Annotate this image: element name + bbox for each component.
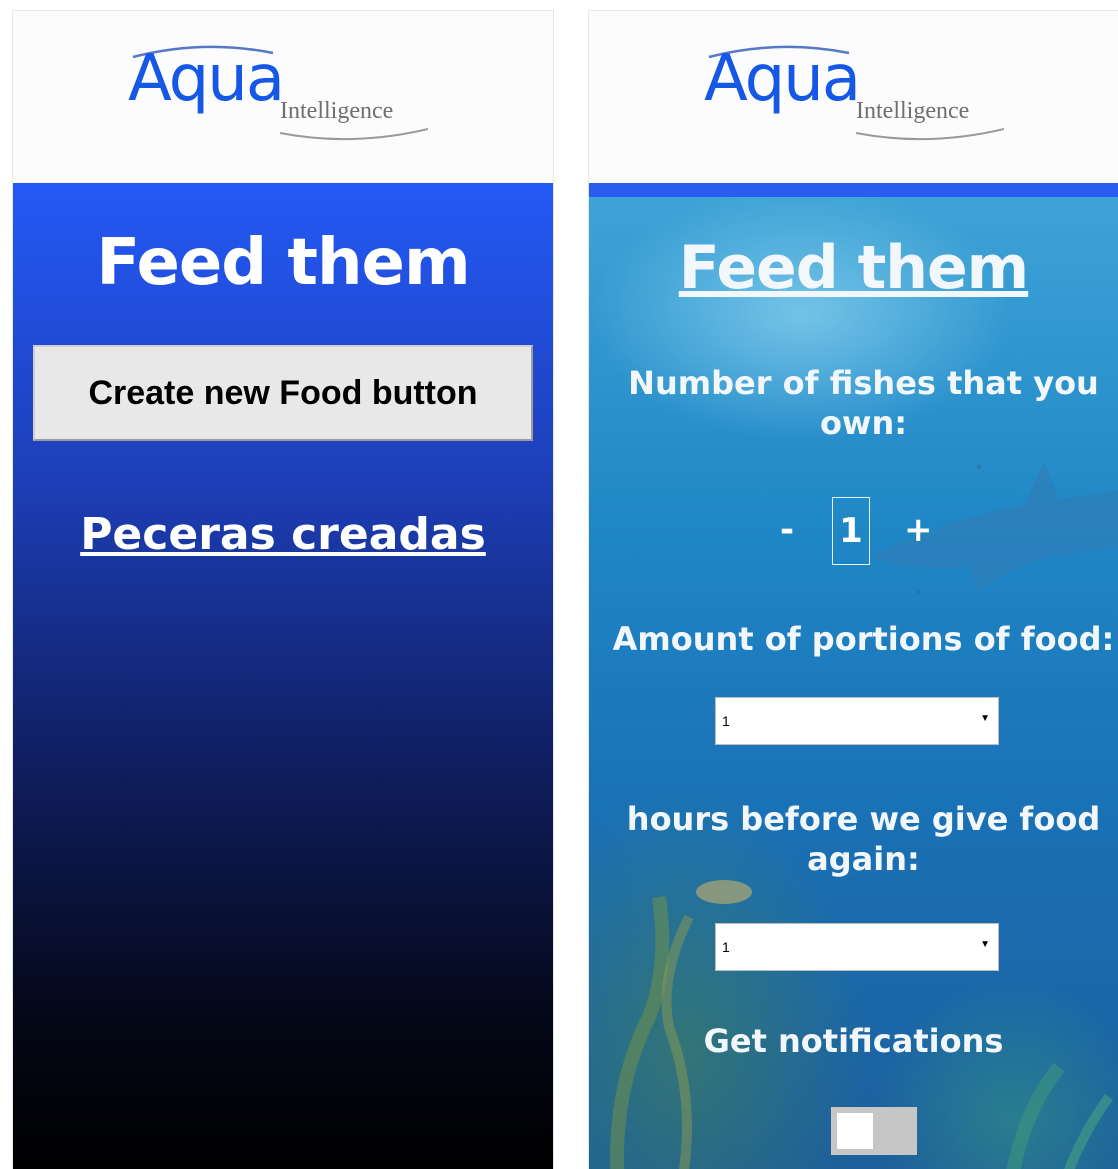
dropdown-arrow-icon: ▼ <box>980 713 990 724</box>
page-title: Feed them <box>678 233 1029 303</box>
left-screen: Aqua Intelligence Feed them Create new F… <box>12 10 554 1169</box>
food-portions-selected-value: 1 <box>722 713 730 729</box>
toggle-knob <box>837 1113 873 1149</box>
decrement-button[interactable]: - <box>780 513 794 547</box>
app-header: Aqua Intelligence <box>13 11 553 183</box>
food-portions-label: Amount of portions of food: <box>612 620 1115 658</box>
app-header: Aqua Intelligence <box>589 11 1118 183</box>
food-portions-select[interactable]: 1 ▼ <box>715 697 999 745</box>
increment-button[interactable]: + <box>904 513 933 547</box>
fishes-count-value[interactable]: 1 <box>832 497 870 565</box>
dropdown-arrow-icon: ▼ <box>980 939 990 950</box>
feed-screen-body: Feed them Create new Food button Peceras… <box>13 183 553 1169</box>
notifications-toggle[interactable] <box>831 1107 917 1155</box>
feeding-interval-label: hours before we give food again: <box>626 800 1101 878</box>
page-title: Feed them <box>96 226 470 300</box>
create-food-button[interactable]: Create new Food button <box>33 345 533 441</box>
fishes-quantity-stepper: - 1 + <box>774 497 944 567</box>
fishes-count-label: Number of fishes that you own: <box>628 364 1099 442</box>
peceras-creadas-link[interactable]: Peceras creadas <box>13 513 553 557</box>
logo-arc-bottom <box>855 128 1004 141</box>
aqua-intelligence-logo: Aqua Intelligence <box>704 41 1024 161</box>
right-screen: Aqua Intelligence Feed them Number of fi… <box>588 10 1118 1169</box>
aqua-intelligence-logo: Aqua Intelligence <box>128 41 448 161</box>
feeding-interval-selected-value: 1 <box>722 939 730 955</box>
feeding-interval-select[interactable]: 1 ▼ <box>715 923 999 971</box>
notifications-label: Get notifications <box>703 1022 1004 1060</box>
logo-aqua-text: Aqua <box>128 42 285 116</box>
feed-form-body: Feed them Number of fishes that you own:… <box>589 183 1118 1169</box>
logo-aqua-text: Aqua <box>704 42 861 116</box>
logo-arc-bottom <box>279 128 428 141</box>
